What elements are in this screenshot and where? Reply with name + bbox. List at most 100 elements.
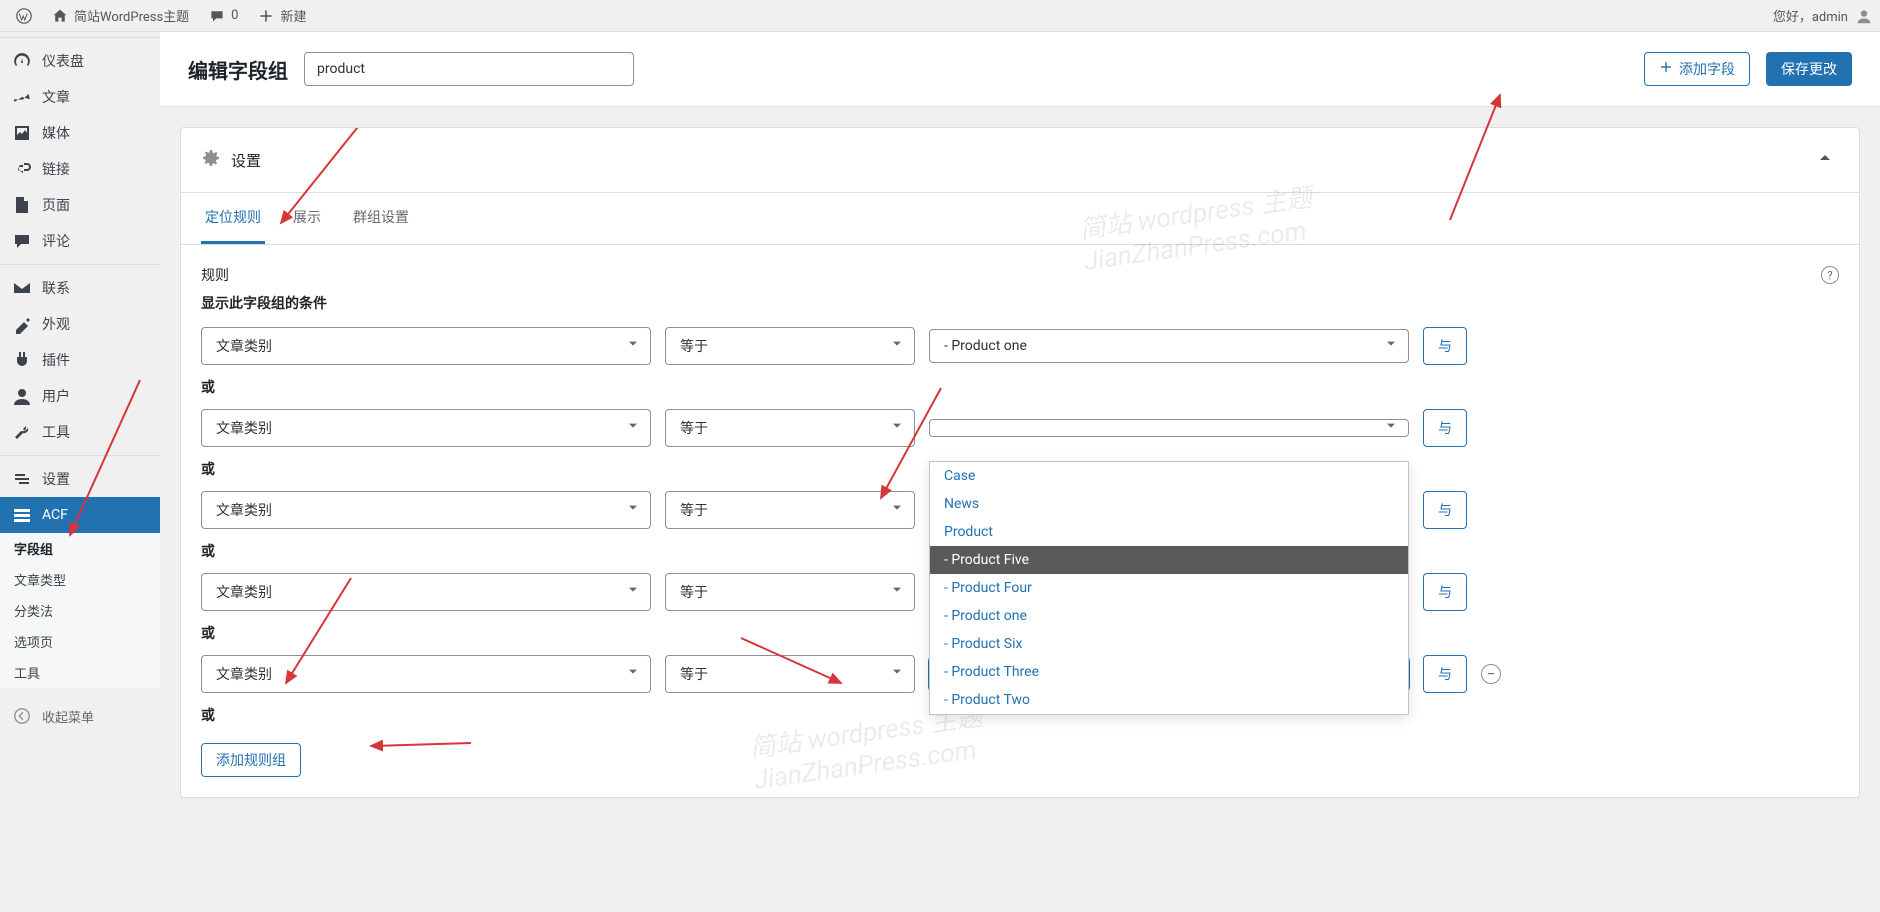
page-icon bbox=[12, 195, 32, 215]
sidebar-item-label: 外观 bbox=[42, 314, 70, 334]
panel-collapse-toggle[interactable] bbox=[1811, 144, 1839, 176]
comments-link[interactable]: 0 bbox=[201, 0, 246, 32]
rule-param-select[interactable]: 文章类别 bbox=[201, 327, 651, 365]
add-group-label: 添加规则组 bbox=[216, 750, 286, 770]
rules-label-text: 规则 bbox=[201, 265, 229, 285]
rule-param-select[interactable]: 文章类别 bbox=[201, 409, 651, 447]
rule-param-select[interactable]: 文章类别 bbox=[201, 573, 651, 611]
add-field-button[interactable]: 添加字段 bbox=[1644, 52, 1750, 86]
sidebar-item-dashboard[interactable]: 仪表盘 bbox=[0, 43, 160, 79]
rule-operator-select[interactable]: 等于 bbox=[665, 491, 915, 529]
value-dropdown: CaseNewsProduct- Product Five- Product F… bbox=[929, 461, 1409, 715]
site-title-text: 简站WordPress主题 bbox=[74, 6, 189, 25]
settings-panel: 设置 定位规则 展示 群组设置 规则 ? 显示此字段组的条件 文章类别等于- P… bbox=[180, 127, 1860, 798]
tab-location-rules[interactable]: 定位规则 bbox=[201, 193, 265, 244]
submenu-item[interactable]: 工具 bbox=[0, 657, 160, 688]
wordpress-icon bbox=[16, 8, 32, 24]
rule-value-select[interactable]: - Product one bbox=[929, 329, 1409, 363]
rule-row: 文章类别等于 - Product one 与 bbox=[201, 327, 1839, 365]
sidebar-item-label: 设置 bbox=[42, 469, 70, 489]
acf-icon bbox=[12, 505, 32, 525]
sidebar-item-label: 链接 bbox=[42, 159, 70, 179]
rules-body: 规则 ? 显示此字段组的条件 文章类别等于- Product one与或文章类别… bbox=[181, 245, 1859, 797]
settings-icon bbox=[12, 469, 32, 489]
tab-group-settings[interactable]: 群组设置 bbox=[349, 193, 413, 244]
sidebar-item-label: ACF bbox=[42, 507, 68, 523]
rule-operator-select[interactable]: 等于 bbox=[665, 655, 915, 693]
sidebar-item-comment[interactable]: 评论 bbox=[0, 223, 160, 259]
settings-tabs: 定位规则 展示 群组设置 bbox=[181, 193, 1859, 245]
panel-header: 设置 bbox=[181, 128, 1859, 193]
sidebar-item-appearance[interactable]: 外观 bbox=[0, 306, 160, 342]
rule-param-select[interactable]: 文章类别 bbox=[201, 655, 651, 693]
rule-value-select[interactable] bbox=[929, 419, 1409, 437]
dropdown-option[interactable]: - Product Three bbox=[930, 658, 1408, 686]
submenu-item[interactable]: 文章类型 bbox=[0, 564, 160, 595]
sidebar-item-acf[interactable]: ACF bbox=[0, 497, 160, 533]
sidebar-item-media[interactable]: 媒体 bbox=[0, 115, 160, 151]
and-button[interactable]: 与 bbox=[1423, 409, 1467, 447]
rule-operator-select[interactable]: 等于 bbox=[665, 327, 915, 365]
appearance-icon bbox=[12, 314, 32, 334]
collapse-label: 收起菜单 bbox=[42, 707, 94, 726]
submenu-item[interactable]: 分类法 bbox=[0, 595, 160, 626]
site-home-link[interactable]: 简站WordPress主题 bbox=[44, 0, 197, 32]
pin-icon bbox=[12, 87, 32, 107]
sidebar-item-tool[interactable]: 工具 bbox=[0, 414, 160, 450]
rule-operator-select[interactable]: 等于 bbox=[665, 409, 915, 447]
dropdown-option[interactable]: Product bbox=[930, 518, 1408, 546]
save-button[interactable]: 保存更改 bbox=[1766, 52, 1852, 86]
dropdown-option[interactable]: - Product Six bbox=[930, 630, 1408, 658]
dashboard-icon bbox=[12, 51, 32, 71]
user-avatar-icon[interactable] bbox=[1856, 8, 1872, 24]
dropdown-option[interactable]: Case bbox=[930, 462, 1408, 490]
mail-icon bbox=[12, 278, 32, 298]
sidebar-item-pin[interactable]: 文章 bbox=[0, 79, 160, 115]
sidebar-item-label: 页面 bbox=[42, 195, 70, 215]
submenu-item[interactable]: 字段组 bbox=[0, 533, 160, 564]
dropdown-option[interactable]: - Product Two bbox=[930, 686, 1408, 714]
dropdown-option[interactable]: News bbox=[930, 490, 1408, 518]
sidebar-item-label: 评论 bbox=[42, 231, 70, 251]
help-icon[interactable]: ? bbox=[1821, 266, 1839, 284]
user-icon bbox=[12, 386, 32, 406]
sidebar-item-plugin[interactable]: 插件 bbox=[0, 342, 160, 378]
rule-param-select[interactable]: 文章类别 bbox=[201, 491, 651, 529]
plugin-icon bbox=[12, 350, 32, 370]
gear-icon bbox=[201, 148, 221, 172]
dropdown-option[interactable]: - Product Four bbox=[930, 574, 1408, 602]
sidebar-item-label: 仪表盘 bbox=[42, 51, 84, 71]
admin-bar-right: 您好，admin bbox=[1773, 6, 1872, 25]
dropdown-option[interactable]: - Product one bbox=[930, 602, 1408, 630]
and-button[interactable]: 与 bbox=[1423, 655, 1467, 693]
submenu-item[interactable]: 选项页 bbox=[0, 626, 160, 657]
dropdown-option[interactable]: - Product Five bbox=[930, 546, 1408, 574]
wp-logo[interactable] bbox=[8, 0, 40, 32]
field-group-title-input[interactable] bbox=[304, 52, 634, 86]
add-rule-group-button[interactable]: 添加规则组 bbox=[201, 743, 301, 777]
sidebar-item-label: 用户 bbox=[42, 386, 70, 406]
collapse-menu[interactable]: 收起菜单 bbox=[0, 698, 160, 734]
panel-title-text: 设置 bbox=[231, 150, 261, 171]
main-content: 编辑字段组 添加字段 保存更改 设置 定位规则 展示 群组设置 规则 ? bbox=[160, 32, 1880, 798]
sidebar-item-label: 工具 bbox=[42, 422, 70, 442]
and-button[interactable]: 与 bbox=[1423, 573, 1467, 611]
rule-operator-select[interactable]: 等于 bbox=[665, 573, 915, 611]
sidebar-item-user[interactable]: 用户 bbox=[0, 378, 160, 414]
comments-count: 0 bbox=[231, 8, 238, 23]
media-icon bbox=[12, 123, 32, 143]
and-button[interactable]: 与 bbox=[1423, 327, 1467, 365]
new-content-link[interactable]: 新建 bbox=[250, 0, 314, 32]
comment-icon bbox=[209, 8, 225, 24]
admin-bar-left: 简站WordPress主题 0 新建 bbox=[8, 0, 315, 32]
sidebar-item-settings[interactable]: 设置 bbox=[0, 461, 160, 497]
sidebar-item-link[interactable]: 链接 bbox=[0, 151, 160, 187]
save-label: 保存更改 bbox=[1781, 59, 1837, 79]
sidebar-item-mail[interactable]: 联系 bbox=[0, 270, 160, 306]
rule-row: 文章类别等于 与 bbox=[201, 409, 1839, 447]
and-button[interactable]: 与 bbox=[1423, 491, 1467, 529]
tab-display[interactable]: 展示 bbox=[289, 193, 325, 244]
remove-rule-button[interactable]: − bbox=[1481, 664, 1501, 684]
sidebar-item-page[interactable]: 页面 bbox=[0, 187, 160, 223]
page-title: 编辑字段组 bbox=[188, 55, 288, 84]
